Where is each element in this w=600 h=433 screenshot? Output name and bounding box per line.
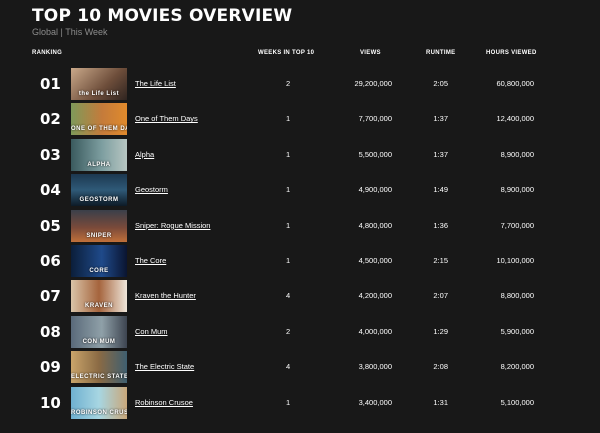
thumbnail-caption: ONE OF THEM DAYS: [71, 126, 127, 133]
movie-thumbnail[interactable]: GEOSTORM: [71, 174, 127, 207]
weeks-cell: 4: [286, 362, 291, 372]
column-header-hours: HOURS VIEWED: [486, 50, 537, 56]
weeks-cell: 2: [286, 326, 291, 336]
thumbnail-caption: KRAVEN: [85, 303, 113, 310]
table-row: 03 ALPHA Alpha 1 5,500,000 1:37 8,900,000: [0, 138, 600, 173]
table-header: RANKING WEEKS IN TOP 10 VIEWS RUNTIME HO…: [0, 50, 600, 60]
movie-thumbnail[interactable]: CORE: [71, 245, 127, 277]
views-cell: 29,200,000: [354, 79, 392, 88]
rank-number: 10: [40, 393, 61, 412]
rank-number: 06: [40, 252, 61, 270]
weeks-cell: 1: [286, 114, 291, 124]
thumbnail-caption: the Life List: [78, 91, 120, 97]
runtime-cell: 1:31: [433, 397, 448, 407]
table-row: 08 CON MUM Con Mum 2 4,000,000 1:29 5,900,000: [0, 315, 600, 350]
movie-thumbnail[interactable]: the Life List: [71, 68, 127, 100]
weeks-cell: 1: [286, 256, 291, 265]
rank-number: 05: [40, 216, 61, 235]
hours-viewed-cell: 12,400,000: [496, 114, 534, 124]
movie-title-link[interactable]: Robinson Crusoe: [135, 398, 193, 407]
weeks-cell: 4: [286, 291, 291, 301]
runtime-cell: 1:29: [433, 326, 448, 336]
movie-title-link[interactable]: Alpha: [135, 150, 154, 159]
thumbnail-caption: ALPHA: [87, 161, 111, 168]
movie-title-link[interactable]: The Core: [135, 256, 166, 265]
thumbnail-caption: SNIPER: [86, 232, 112, 239]
views-cell: 3,800,000: [358, 362, 392, 372]
movie-thumbnail[interactable]: ONE OF THEM DAYS: [71, 103, 127, 136]
hours-viewed-cell: 60,800,000: [496, 79, 534, 88]
rank-number: 01: [40, 75, 61, 93]
movie-title-link[interactable]: One of Them Days: [135, 114, 198, 123]
column-header-runtime: RUNTIME: [426, 50, 456, 56]
thumbnail-caption: GEOSTORM: [79, 197, 119, 204]
movie-title-link[interactable]: Con Mum: [135, 327, 168, 336]
movie-title-link[interactable]: The Life List: [135, 79, 176, 88]
table-row: 04 GEOSTORM Geostorm 1 4,900,000 1:49 8,900,00…: [0, 174, 600, 208]
runtime-cell: 2:07: [433, 291, 448, 301]
weeks-cell: 1: [286, 397, 291, 407]
runtime-cell: 1:37: [433, 149, 448, 159]
views-cell: 7,700,000: [358, 114, 392, 124]
table-row: 07 KRAVEN Kraven the Hunter 4 4,200,000 2:07 8…: [0, 280, 600, 314]
weeks-cell: 2: [286, 79, 291, 88]
views-cell: 4,800,000: [358, 220, 392, 230]
rank-number: 08: [40, 322, 61, 341]
hours-viewed-cell: 5,100,000: [500, 397, 534, 407]
movie-title-link[interactable]: Kraven the Hunter: [135, 291, 196, 300]
column-header-views: VIEWS: [360, 50, 381, 56]
page-title: TOP 10 MOVIES OVERVIEW: [32, 6, 293, 26]
movie-title-link[interactable]: Sniper: Rogue Mission: [135, 221, 210, 230]
views-cell: 4,900,000: [358, 185, 392, 195]
movie-thumbnail[interactable]: ROBINSON CRUSOE: [71, 386, 127, 419]
views-cell: 4,200,000: [358, 291, 392, 301]
rank-number: 03: [40, 145, 61, 164]
movie-thumbnail[interactable]: SNIPER: [71, 209, 127, 242]
hours-viewed-cell: 8,800,000: [500, 291, 534, 301]
hours-viewed-cell: 8,900,000: [500, 149, 534, 159]
table-row: 09 ELECTRIC STATE The Electric State 4 3,800…: [0, 351, 600, 385]
runtime-cell: 1:37: [433, 114, 448, 124]
table-row: 01 the Life List The Life List 2 29,200,000 2…: [0, 68, 600, 102]
movie-title-link[interactable]: The Electric State: [135, 362, 194, 371]
weeks-cell: 1: [286, 185, 291, 195]
table-row: 02 ONE OF THEM DAYS One of Them Days 1 7,700…: [0, 103, 600, 137]
hours-viewed-cell: 7,700,000: [500, 220, 534, 230]
runtime-cell: 2:08: [433, 362, 448, 372]
movie-title-link[interactable]: Geostorm: [135, 185, 168, 194]
weeks-cell: 1: [286, 149, 291, 159]
table-row: 10 ROBINSON CRUSOE Robinson Crusoe 1 3,400,0…: [0, 386, 600, 421]
rank-number: 04: [40, 181, 61, 200]
top10-page: TOP 10 MOVIES OVERVIEW Global | This Wee…: [0, 0, 600, 433]
movie-thumbnail[interactable]: ELECTRIC STATE: [71, 351, 127, 384]
table-row: 06 CORE The Core 1 4,500,000 2:15 10,100,000: [0, 245, 600, 279]
movie-thumbnail[interactable]: ALPHA: [71, 138, 127, 171]
movie-thumbnail[interactable]: KRAVEN: [71, 280, 127, 313]
runtime-cell: 2:15: [433, 256, 448, 265]
runtime-cell: 2:05: [433, 79, 448, 88]
column-header-weeks: WEEKS IN TOP 10: [258, 50, 315, 56]
thumbnail-caption: ROBINSON CRUSOE: [71, 409, 127, 416]
rank-number: 07: [40, 287, 61, 306]
views-cell: 4,500,000: [358, 256, 392, 265]
thumbnail-caption: CORE: [89, 268, 109, 274]
rank-number: 02: [40, 110, 61, 129]
page-subtitle: Global | This Week: [32, 27, 108, 37]
weeks-cell: 1: [286, 220, 291, 230]
views-cell: 4,000,000: [358, 326, 392, 336]
runtime-cell: 1:36: [433, 220, 448, 230]
hours-viewed-cell: 10,100,000: [496, 256, 534, 265]
table-row: 05 SNIPER Sniper: Rogue Mission 1 4,800,000 1…: [0, 209, 600, 244]
movie-thumbnail[interactable]: CON MUM: [71, 315, 127, 348]
views-cell: 3,400,000: [358, 397, 392, 407]
runtime-cell: 1:49: [433, 185, 448, 195]
column-header-ranking: RANKING: [32, 50, 63, 56]
hours-viewed-cell: 8,900,000: [500, 185, 534, 195]
thumbnail-caption: ELECTRIC STATE: [71, 374, 127, 381]
views-cell: 5,500,000: [358, 149, 392, 159]
rank-number: 09: [40, 358, 61, 377]
hours-viewed-cell: 5,900,000: [500, 326, 534, 336]
thumbnail-caption: CON MUM: [82, 338, 116, 345]
hours-viewed-cell: 8,200,000: [500, 362, 534, 372]
